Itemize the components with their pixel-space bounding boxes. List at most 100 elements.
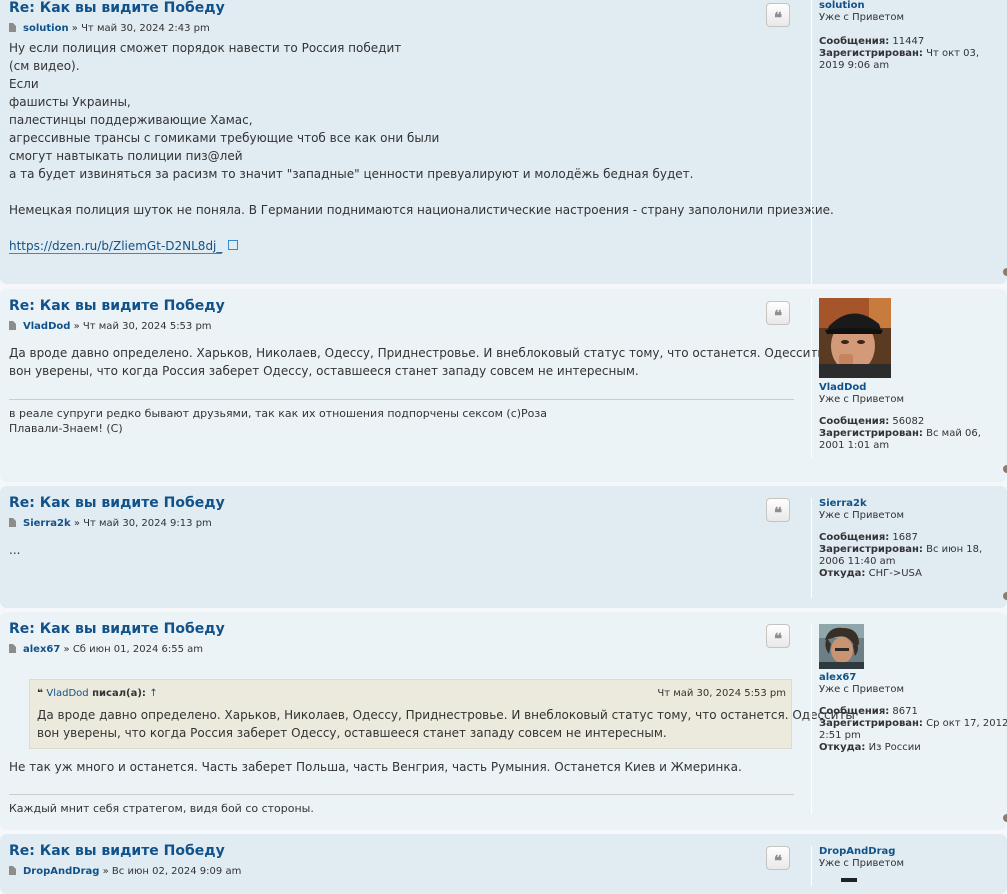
quote-icon: ❝ bbox=[773, 504, 783, 522]
post-content: Да вроде давно определено. Харьков, Нико… bbox=[9, 344, 827, 380]
user-avatar[interactable] bbox=[819, 298, 891, 378]
post-file-icon bbox=[9, 321, 16, 330]
profile-rank: Уже с Приветом bbox=[819, 510, 905, 521]
post-content: Ну если полиция сможет порядок навести т… bbox=[9, 39, 834, 255]
post-line: Ну если полиция сможет порядок навести т… bbox=[9, 41, 402, 55]
signature-line: Каждый мнит себя стратегом, видя бой со … bbox=[9, 802, 314, 815]
date-separator: » bbox=[102, 866, 109, 877]
post-date: Вс июн 02, 2024 9:09 am bbox=[111, 866, 242, 877]
signature-line: в реале супруги редко бывают друзьями, т… bbox=[9, 407, 548, 420]
post-line: палестинцы поддерживающие Хамас, bbox=[9, 113, 253, 127]
quote-block: ❝ VladDod писал(а): ↑ Чт май 30, 2024 5:… bbox=[29, 679, 855, 749]
quote-source-arrow[interactable]: ↑ bbox=[149, 688, 157, 699]
quote-button[interactable]: ❝ bbox=[766, 846, 790, 870]
quote-line: вон уверены, что когда Россия заберет Од… bbox=[37, 726, 667, 740]
post-file-icon bbox=[9, 644, 16, 653]
post-date: Чт май 30, 2024 2:43 pm bbox=[81, 23, 210, 34]
profile-location: Откуда: СНГ->USA bbox=[819, 568, 922, 579]
post-line: вон уверены, что когда Россия заберет Од… bbox=[9, 364, 639, 378]
post-title-link[interactable]: Re: Как вы видите Победу bbox=[9, 495, 225, 511]
user-avatar[interactable] bbox=[819, 624, 864, 669]
external-link[interactable]: https://dzen.ru/b/ZliemGt-D2NL8dj_ bbox=[9, 239, 223, 254]
user-avatar[interactable] bbox=[841, 878, 857, 882]
post-file-icon bbox=[9, 518, 16, 527]
date-separator: » bbox=[73, 518, 80, 529]
profile-location: Откуда: Из России bbox=[819, 742, 921, 753]
profile-username-link[interactable]: DropAndDrag bbox=[819, 846, 1001, 858]
profile-rank: Уже с Приветом bbox=[819, 858, 905, 869]
profile-rank: Уже с Приветом bbox=[819, 394, 905, 405]
post-line: фашисты Украины, bbox=[9, 95, 131, 109]
quote-wrote-label: писал(а): bbox=[92, 688, 146, 699]
post-line: ... bbox=[9, 543, 21, 557]
post: Re: Как вы видите Победу alex67 » Сб июн… bbox=[0, 612, 1007, 830]
post: Re: Как вы видите Победу Sierra2k » Чт м… bbox=[0, 486, 1007, 608]
quote-button[interactable]: ❝ bbox=[766, 624, 790, 648]
profile-username-link[interactable]: VladDod bbox=[819, 382, 1001, 394]
quote-author-link[interactable]: VladDod bbox=[46, 688, 88, 699]
external-link-icon bbox=[228, 240, 239, 250]
post-line: Да вроде давно определено. Харьков, Нико… bbox=[9, 346, 827, 360]
post-date: Сб июн 01, 2024 6:55 am bbox=[72, 644, 204, 655]
quote-icon: ❝ bbox=[773, 9, 783, 27]
profile-rank: Уже с Приветом bbox=[819, 12, 905, 23]
post-title-link[interactable]: Re: Как вы видите Победу bbox=[9, 621, 225, 637]
post-author-link[interactable]: solution bbox=[23, 23, 69, 34]
quote-icon: ❝ bbox=[773, 852, 783, 870]
quote-date: Чт май 30, 2024 5:53 pm bbox=[657, 688, 786, 699]
profile-registered: Зарегистрирован: Ср окт 17, 2012 2:51 pm bbox=[819, 718, 1007, 741]
post-author-line: alex67 » Сб июн 01, 2024 6:55 am bbox=[9, 644, 203, 655]
profile-registered: Зарегистрирован: Вс май 06, 2001 1:01 am bbox=[819, 428, 981, 451]
post-profile: VladDod Уже с Приветом Сообщения: 56082 … bbox=[811, 298, 1001, 458]
post-author-link[interactable]: VladDod bbox=[23, 321, 70, 332]
post-date: Чт май 30, 2024 5:53 pm bbox=[82, 321, 212, 332]
quote-text: Да вроде давно определено. Харьков, Нико… bbox=[37, 706, 855, 742]
post-file-icon bbox=[9, 866, 16, 875]
profile-posts: Сообщения: 8671 bbox=[819, 706, 918, 717]
post-profile: solution Уже с Приветом Сообщения: 11447… bbox=[811, 0, 1001, 284]
post-title-link[interactable]: Re: Как вы видите Победу bbox=[9, 298, 225, 314]
scroll-marker bbox=[1003, 592, 1007, 600]
post-line: Немецкая полиция шуток не поняла. В Герм… bbox=[9, 203, 834, 217]
signature: в реале супруги редко бывают друзьями, т… bbox=[9, 399, 794, 436]
quote-header: ❝ VladDod писал(а): ↑ Чт май 30, 2024 5:… bbox=[37, 686, 786, 702]
post-content: ... bbox=[9, 541, 20, 559]
post-profile: DropAndDrag Уже с Приветом bbox=[811, 846, 1001, 886]
signature-line: Плавали-Знаем! (С) bbox=[9, 422, 123, 435]
post-author-link[interactable]: Sierra2k bbox=[23, 518, 71, 529]
date-separator: » bbox=[71, 23, 78, 34]
signature: Каждый мнит себя стратегом, видя бой со … bbox=[9, 794, 794, 816]
post: Re: Как вы видите Победу VladDod » Чт ма… bbox=[0, 289, 1007, 482]
post-content: Не так уж много и останется. Часть забер… bbox=[9, 758, 742, 776]
post-profile: alex67 Уже с Приветом Сообщения: 8671 За… bbox=[811, 624, 1007, 814]
profile-rank: Уже с Приветом bbox=[819, 684, 905, 695]
post-author-link[interactable]: alex67 bbox=[23, 644, 60, 655]
quote-icon: ❝ bbox=[773, 630, 783, 648]
post-file-icon bbox=[9, 23, 16, 32]
post-title-link[interactable]: Re: Как вы видите Победу bbox=[9, 843, 225, 859]
post: Re: Как вы видите Победу solution » Чт м… bbox=[0, 0, 1007, 284]
profile-posts: Сообщения: 56082 bbox=[819, 416, 925, 427]
post-profile: Sierra2k Уже с Приветом Сообщения: 1687 … bbox=[811, 498, 1001, 598]
scroll-marker bbox=[1003, 465, 1007, 473]
quote-line: Да вроде давно определено. Харьков, Нико… bbox=[37, 708, 855, 722]
post-author-line: DropAndDrag » Вс июн 02, 2024 9:09 am bbox=[9, 866, 241, 877]
quote-button[interactable]: ❝ bbox=[766, 3, 790, 27]
quote-button[interactable]: ❝ bbox=[766, 498, 790, 522]
post-title-link[interactable]: Re: Как вы видите Победу bbox=[9, 0, 225, 16]
date-separator: » bbox=[73, 321, 80, 332]
profile-username-link[interactable]: alex67 bbox=[819, 672, 1001, 684]
post-line bbox=[9, 183, 834, 201]
scroll-marker bbox=[1003, 268, 1007, 276]
quote-button[interactable]: ❝ bbox=[766, 301, 790, 325]
post-line: Не так уж много и останется. Часть забер… bbox=[9, 760, 742, 774]
post-line: агрессивные трансы с гомиками требующие … bbox=[9, 131, 440, 145]
post: Re: Как вы видите Победу DropAndDrag » В… bbox=[0, 834, 1007, 894]
post-line: смогут навтыкать полиции пиз@лей bbox=[9, 149, 243, 163]
profile-posts: Сообщения: 1687 bbox=[819, 532, 918, 543]
profile-username-link[interactable]: solution bbox=[819, 0, 1001, 12]
post-author-link[interactable]: DropAndDrag bbox=[23, 866, 99, 877]
profile-username-link[interactable]: Sierra2k bbox=[819, 498, 1001, 510]
quote-icon: ❝ bbox=[773, 307, 783, 325]
post-line: а та будет извиняться за расизм то значи… bbox=[9, 167, 694, 181]
